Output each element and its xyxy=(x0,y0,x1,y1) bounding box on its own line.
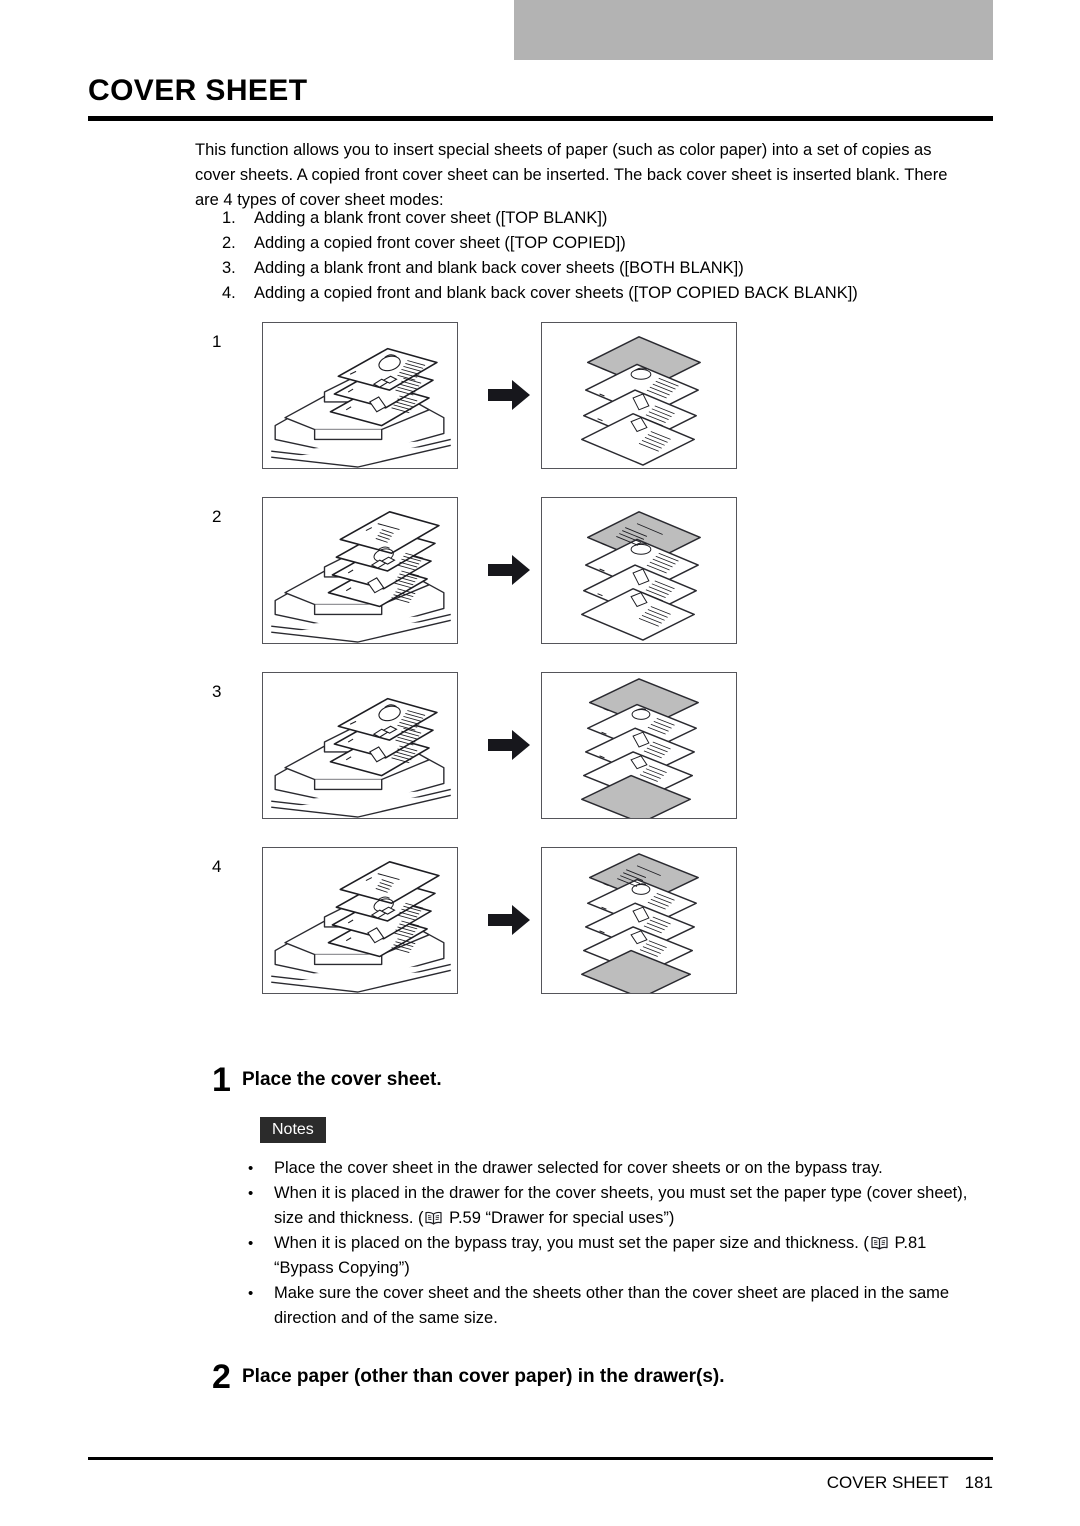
output-stack-illustration xyxy=(541,322,737,469)
bullet-marker: • xyxy=(248,1160,254,1177)
footer-chapter-name: COVER SHEET xyxy=(826,1473,949,1492)
list-item-number: 3. xyxy=(222,259,236,277)
illustration-row-number: 1 xyxy=(212,332,222,351)
page-title: COVER SHEET xyxy=(88,74,308,107)
output-stack-illustration xyxy=(541,672,737,819)
list-item: • Place the cover sheet in the drawer se… xyxy=(248,1156,988,1181)
list-item: 3. Adding a blank front and blank back c… xyxy=(222,256,982,281)
illustration-row-number: 3 xyxy=(212,682,222,701)
footer-rule xyxy=(88,1457,993,1460)
list-item: • Make sure the cover sheet and the shee… xyxy=(248,1281,988,1331)
note-text: Place the cover sheet in the drawer sele… xyxy=(274,1159,883,1177)
intro-paragraph: This function allows you to insert speci… xyxy=(195,138,970,213)
output-stack-illustration xyxy=(541,497,737,644)
copier-adf-illustration xyxy=(262,497,458,644)
title-underline-rule xyxy=(88,116,993,121)
book-icon xyxy=(425,1211,443,1225)
list-item-label: Adding a copied front and blank back cov… xyxy=(254,284,858,302)
step-title: Place paper (other than cover paper) in … xyxy=(242,1366,725,1387)
intro-text: This function allows you to insert speci… xyxy=(195,141,948,209)
output-stack-illustration xyxy=(541,847,737,994)
cover-sheet-mode-list: 1. Adding a blank front cover sheet ([TO… xyxy=(222,206,982,306)
header-tab-bar xyxy=(514,0,993,60)
note-text: When it is placed in the drawer for the … xyxy=(274,1184,968,1227)
process-arrow-icon xyxy=(486,552,532,588)
step-heading-1: 1 Place the cover sheet. xyxy=(212,1063,442,1097)
footer: COVER SHEET 181 xyxy=(827,1473,993,1493)
bullet-marker: • xyxy=(248,1185,254,1202)
step-number: 1 xyxy=(212,1061,231,1099)
step-heading-2: 2 Place paper (other than cover paper) i… xyxy=(212,1360,725,1394)
list-item-number: 4. xyxy=(222,284,236,302)
process-arrow-icon xyxy=(486,902,532,938)
list-item: 4. Adding a copied front and blank back … xyxy=(222,281,982,306)
note-text: Make sure the cover sheet and the sheets… xyxy=(274,1284,950,1327)
illustration-row-number: 2 xyxy=(212,507,222,526)
book-icon xyxy=(871,1236,888,1250)
bullet-marker: • xyxy=(248,1235,254,1252)
step-title: Place the cover sheet. xyxy=(242,1069,442,1090)
list-item: 1. Adding a blank front cover sheet ([TO… xyxy=(222,206,982,231)
copier-adf-illustration xyxy=(262,847,458,994)
list-item-label: Adding a copied front cover sheet ([TOP … xyxy=(254,234,626,252)
copier-adf-illustration xyxy=(262,322,458,469)
notes-badge: Notes xyxy=(260,1117,326,1143)
process-arrow-icon xyxy=(486,727,532,763)
illustration-row: 4 xyxy=(0,847,1080,1022)
page-number: 181 xyxy=(964,1473,993,1492)
list-item-label: Adding a blank front cover sheet ([TOP B… xyxy=(254,209,608,227)
illustration-row: 2 xyxy=(0,497,1080,672)
note-text: When it is placed on the bypass tray, yo… xyxy=(274,1234,927,1277)
illustration-row-number: 4 xyxy=(212,857,222,876)
list-item: • When it is placed in the drawer for th… xyxy=(248,1181,988,1231)
illustration-row: 3 xyxy=(0,672,1080,847)
illustration-row: 1 xyxy=(0,322,1080,497)
list-item-label: Adding a blank front and blank back cove… xyxy=(254,259,744,277)
process-arrow-icon xyxy=(486,377,532,413)
notes-list: • Place the cover sheet in the drawer se… xyxy=(248,1156,988,1331)
list-item: • When it is placed on the bypass tray, … xyxy=(248,1231,988,1281)
copier-adf-illustration xyxy=(262,672,458,819)
bullet-marker: • xyxy=(248,1285,254,1302)
step-number: 2 xyxy=(212,1358,231,1396)
illustration-grid: 1 2 3 4 xyxy=(0,322,1080,1022)
list-item-number: 2. xyxy=(222,234,236,252)
list-item: 2. Adding a copied front cover sheet ([T… xyxy=(222,231,982,256)
list-item-number: 1. xyxy=(222,209,236,227)
